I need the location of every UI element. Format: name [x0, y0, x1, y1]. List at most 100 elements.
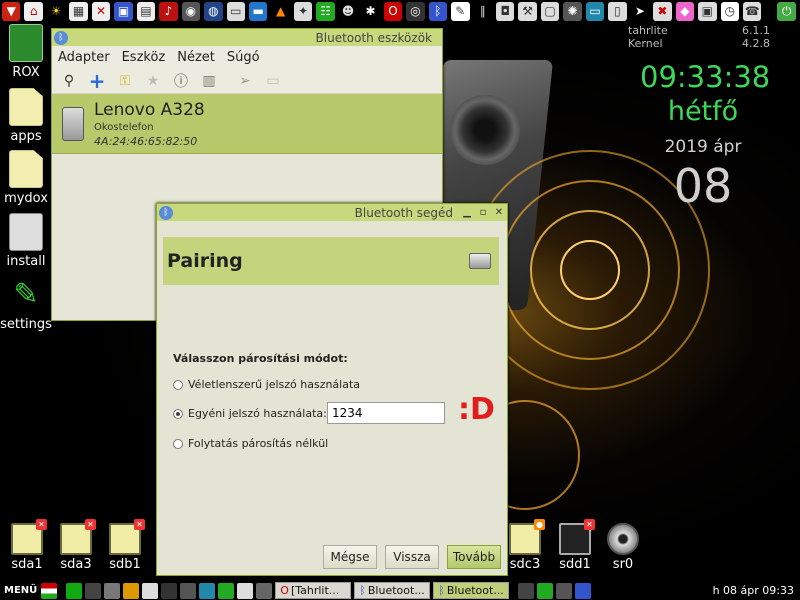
unmount-icon[interactable]: ✕: [134, 519, 145, 530]
bluetooth-icon: ᛒ: [159, 205, 173, 220]
browser-icon[interactable]: [237, 582, 254, 599]
desktop-icon-apps[interactable]: apps: [0, 88, 52, 144]
bluetooth-icon[interactable]: ᛒ: [428, 1, 448, 21]
info-icon[interactable]: ⓘ: [170, 71, 192, 91]
radio-button[interactable]: [173, 408, 183, 419]
minimize-icon[interactable]: ▁: [459, 207, 475, 218]
bluetooth-icon[interactable]: [575, 582, 592, 599]
network-icon[interactable]: ☷: [316, 1, 335, 21]
vlc-icon[interactable]: ▲: [271, 1, 290, 21]
desktop-icon-mydox[interactable]: mydox: [0, 150, 52, 206]
globe-icon[interactable]: ◍: [204, 1, 223, 21]
target-icon[interactable]: ◎: [406, 1, 425, 21]
device-list-item[interactable]: Lenovo A328 Okostelefon 4A:24:46:65:82:5…: [52, 94, 442, 154]
taskbar-task-active[interactable]: ᛒ Bluetoot...: [433, 582, 510, 599]
menu-adapter[interactable]: Adapter: [58, 50, 110, 65]
disc-icon[interactable]: ◉: [181, 1, 201, 21]
radio-no-pairing[interactable]: Folytatás párosítás nélkül: [173, 437, 328, 450]
opera-icon[interactable]: O: [383, 1, 403, 21]
sun-icon[interactable]: ☀: [46, 1, 66, 21]
home-icon[interactable]: ⌂: [24, 1, 43, 21]
dialog-titlebar[interactable]: ᛒ Bluetooth segéd ▁ ▫ ✕: [157, 204, 507, 221]
unmount-icon[interactable]: ✕: [36, 519, 47, 530]
unmount-icon[interactable]: ✕: [584, 519, 595, 530]
folder-icon[interactable]: ▭: [262, 71, 284, 91]
display-icon[interactable]: ▯: [608, 1, 627, 21]
clock-icon[interactable]: ◷: [720, 1, 739, 21]
close-icon[interactable]: ✕: [491, 207, 507, 218]
desktop-icon[interactable]: [85, 582, 102, 599]
cancel-button[interactable]: Mégse: [323, 545, 377, 569]
add-icon[interactable]: +: [86, 69, 108, 93]
monitor-icon[interactable]: [161, 582, 178, 599]
back-button[interactable]: Vissza: [385, 545, 439, 569]
arrow-icon[interactable]: [256, 582, 273, 599]
tool-icon[interactable]: ⚒: [518, 1, 537, 21]
screen-icon[interactable]: ▢: [540, 1, 560, 21]
lock-icon[interactable]: ⚿: [114, 71, 136, 91]
remove-icon[interactable]: ✖: [653, 1, 672, 21]
drive-icon-sda3[interactable]: ✕ sda3: [53, 519, 99, 572]
device-address: 4A:24:46:65:82:50: [94, 134, 198, 148]
next-button[interactable]: Tovább: [447, 545, 501, 569]
desktop-icon-settings[interactable]: ✎ settings: [0, 276, 52, 332]
battery-icon[interactable]: [537, 582, 554, 599]
save-icon[interactable]: ▣: [114, 1, 133, 21]
terminal-icon[interactable]: ▭: [226, 1, 245, 21]
edit-icon[interactable]: ✎: [451, 1, 470, 21]
terminal-icon[interactable]: [180, 582, 197, 599]
radio-button[interactable]: [173, 379, 183, 390]
document-icon[interactable]: ▤: [136, 1, 156, 21]
radio-button[interactable]: [173, 438, 183, 449]
drive-icon: ✕: [109, 519, 145, 555]
tray-icon[interactable]: [518, 582, 535, 599]
close-icon[interactable]: ✕: [91, 1, 111, 21]
monitor-icon[interactable]: ▭: [585, 1, 605, 21]
camera-icon[interactable]: ◘: [495, 1, 515, 21]
radio-random-pin[interactable]: Véletlenszerű jelszó használata: [173, 378, 360, 391]
search-icon[interactable]: ⚲: [58, 71, 80, 91]
taskbar-task[interactable]: O [Tahrlit...: [275, 582, 352, 599]
drive-icon-sr0[interactable]: sr0: [600, 523, 646, 572]
down-arrow-icon[interactable]: ▼: [2, 1, 21, 21]
pointer-icon[interactable]: ➤: [630, 1, 650, 21]
menu-view[interactable]: Nézet: [177, 50, 215, 65]
calculator-icon[interactable]: [199, 582, 216, 599]
window-icon[interactable]: [142, 582, 159, 599]
menu-help[interactable]: Súgó: [227, 50, 260, 65]
window-titlebar[interactable]: ᛒ Bluetooth eszközök: [52, 29, 442, 46]
paint-icon[interactable]: ◆: [675, 1, 695, 21]
drive-icon-sdb1[interactable]: ✕ sdb1: [102, 519, 148, 572]
search-icon[interactable]: [104, 582, 121, 599]
trash-icon[interactable]: ▥: [198, 71, 220, 91]
menu-device[interactable]: Eszköz: [122, 50, 166, 65]
pencils-icon[interactable]: ∥: [473, 1, 492, 21]
drive-icon-sdc3[interactable]: ● sdc3: [502, 519, 548, 572]
fire-icon[interactable]: ✺: [563, 1, 582, 21]
power-icon[interactable]: [66, 582, 83, 599]
mask-icon[interactable]: ☻: [338, 1, 358, 21]
send-icon[interactable]: ➢: [234, 71, 256, 91]
settings-icon[interactable]: [123, 582, 140, 599]
calendar-icon[interactable]: ▦: [69, 1, 88, 21]
pin-input[interactable]: [327, 402, 445, 424]
desktop-icon-rox[interactable]: ROX: [0, 24, 52, 80]
flash-icon[interactable]: ✦: [293, 1, 313, 21]
drive-icon-sdd1[interactable]: ✕ sdd1: [552, 519, 598, 572]
unmount-icon[interactable]: ✕: [85, 519, 96, 530]
power-icon[interactable]: ⏻: [777, 1, 796, 21]
radio-custom-pin[interactable]: Egyéni jelszó használata:: [173, 407, 327, 420]
music-icon[interactable]: ♪: [159, 1, 178, 21]
taskbar-task[interactable]: ᛒ Bluetoot...: [354, 582, 431, 599]
maximize-icon[interactable]: ▫: [475, 207, 491, 218]
start-menu-button[interactable]: MENÜ: [0, 585, 41, 596]
desktop-icon-install[interactable]: install: [0, 213, 52, 269]
window-icon[interactable]: ▣: [698, 1, 717, 21]
star-icon[interactable]: ★: [142, 71, 164, 91]
drive-icon-sda1[interactable]: ✕ sda1: [4, 519, 50, 572]
volume-icon[interactable]: [556, 582, 573, 599]
edit-icon[interactable]: [218, 582, 235, 599]
gear-icon[interactable]: ✱: [361, 1, 380, 21]
folder-icon[interactable]: ▬: [248, 1, 268, 21]
phone-icon[interactable]: ☎: [742, 1, 762, 21]
